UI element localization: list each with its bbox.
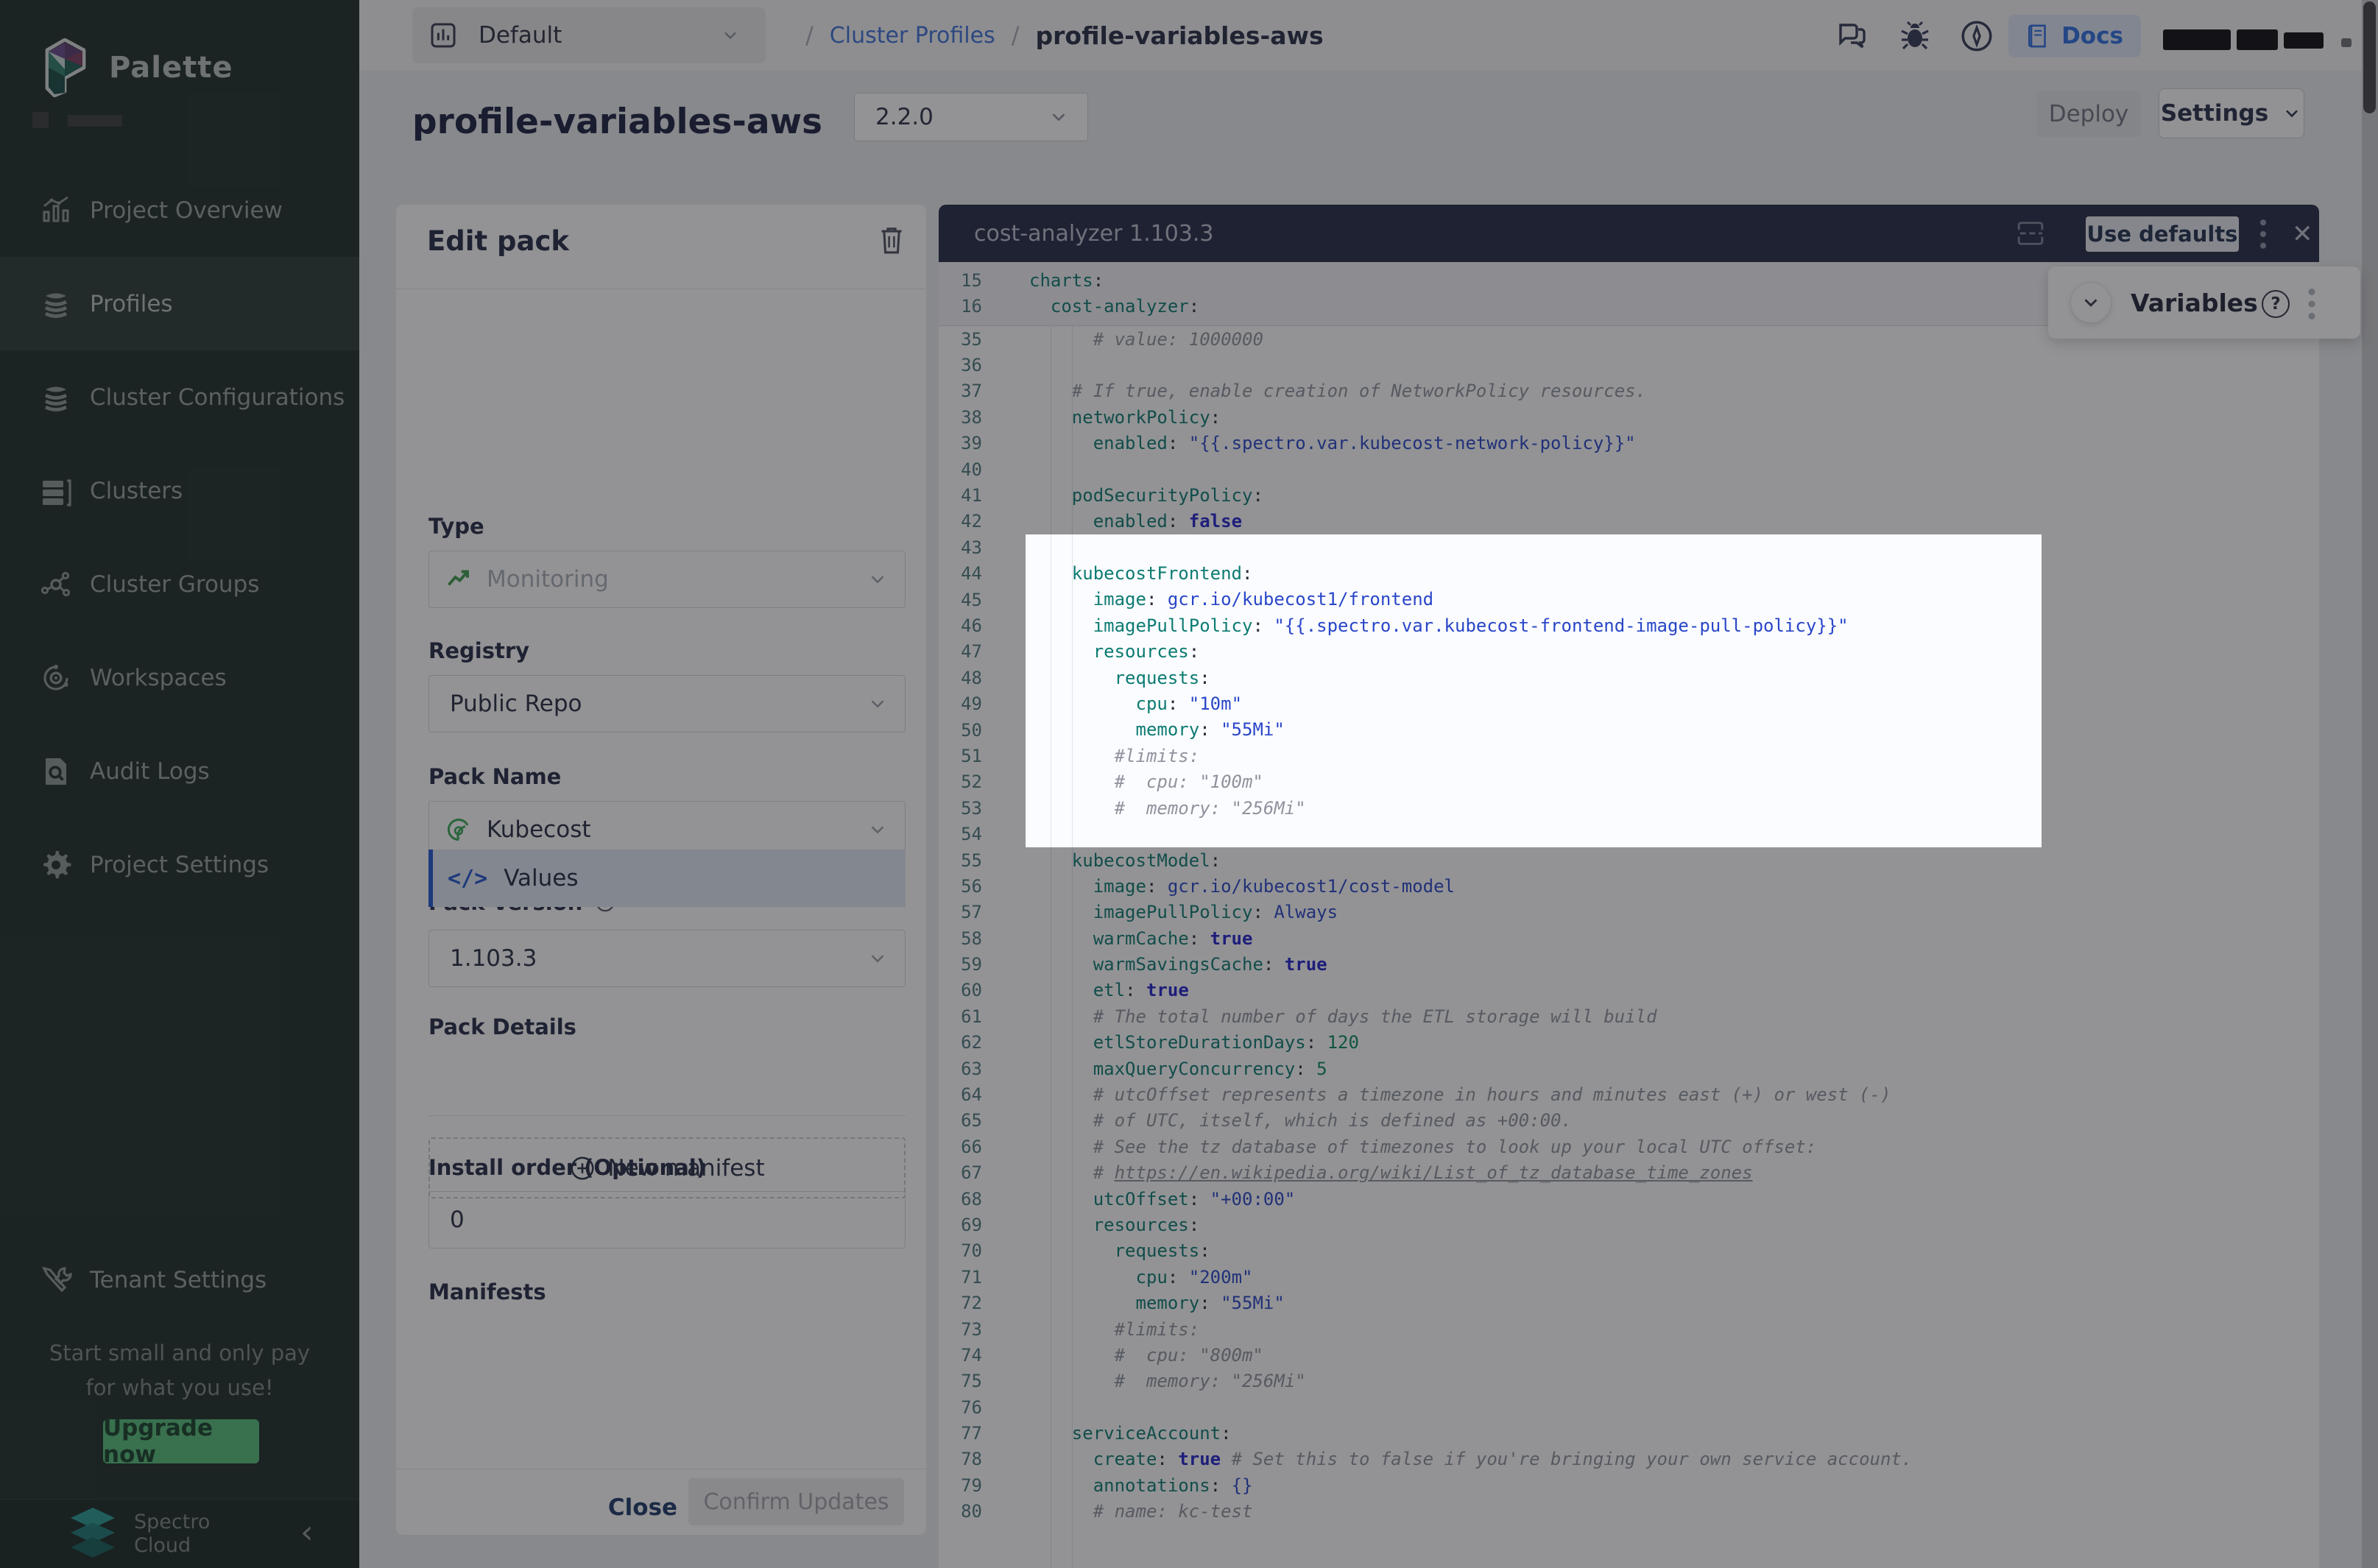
- indent-guide: [1072, 534, 1073, 847]
- code-line: cpu: "10m": [1026, 691, 2042, 716]
- code-line: imagePullPolicy: "{{.spectro.var.kubecos…: [1026, 612, 2042, 638]
- code-line: [1026, 821, 2042, 847]
- code-line: requests:: [1026, 665, 2042, 691]
- code-line: kubecostFrontend:: [1026, 560, 2042, 586]
- app-root: Palette Project OverviewProfilesCluster …: [0, 0, 2378, 1568]
- code-line: memory: "55Mi": [1026, 717, 2042, 743]
- code-line: [1026, 534, 2042, 560]
- highlighted-code-region: kubecostFrontend: image: gcr.io/kubecost…: [1026, 534, 2042, 847]
- code-line: # cpu: "100m": [1026, 769, 2042, 795]
- code-line: #limits:: [1026, 743, 2042, 769]
- code-line: # memory: "256Mi": [1026, 795, 2042, 821]
- code-line: resources:: [1026, 639, 2042, 665]
- code-line: image: gcr.io/kubecost1/frontend: [1026, 587, 2042, 612]
